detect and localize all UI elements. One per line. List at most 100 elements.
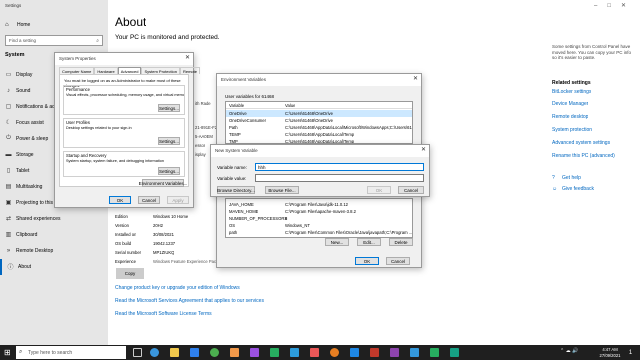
notification-center-icon[interactable]: 1 [626,348,635,357]
settings-search-input[interactable]: Find a setting ⌕ [5,35,103,46]
dialog-title: Environment Variables [217,74,421,86]
sidebar-item-remote-desktop[interactable]: » Remote Desktop [0,243,108,259]
system-tray-icons[interactable]: ⌃ ☁ 🔊 [560,348,578,354]
file-explorer-icon[interactable] [170,348,179,357]
shared-icon: ⇄ [5,216,12,222]
spec-label: Edition [115,214,128,219]
table-row[interactable]: OneDrive C:\Users\61468\OneDrive [226,110,412,117]
apply-button[interactable]: Apply [167,196,189,204]
page-title: About [115,15,147,29]
ok-button[interactable]: OK [355,257,379,265]
copy-button[interactable]: Copy [116,268,144,279]
task-view-icon[interactable] [133,348,142,357]
taskbar-search-box[interactable]: ⌕ Type here to search [16,346,126,359]
table-row[interactable]: OS Windows_NT [226,222,412,229]
ok-button[interactable]: OK [367,186,391,194]
app-icon[interactable] [230,348,239,357]
row-variable: Path [229,125,238,130]
tab-advanced[interactable]: Advanced [117,67,142,74]
close-icon[interactable]: ✕ [413,75,418,82]
minimize-icon[interactable]: – [594,3,607,9]
mail-icon[interactable] [190,348,199,357]
new-system-variable-dialog: New System Variable ✕ Variable name: hhh… [210,144,430,197]
window-controls: –□✕ [594,2,636,9]
app-icon[interactable] [370,348,379,357]
give-feedback-link[interactable]: ☺ Give feedback [552,186,594,192]
windows-start-icon[interactable]: ⊞ [4,348,11,357]
new-variable-button[interactable]: New... [325,238,349,246]
spec-value: Windows Feature Experience Pack [153,259,219,264]
taskbar-time[interactable]: 4:47 AM [597,347,623,352]
system-protection-link[interactable]: System protection [552,127,592,133]
startup-settings-button[interactable]: Settings... [158,167,180,175]
get-help-link[interactable]: ? Get help [552,175,581,181]
app-icon[interactable] [330,348,339,357]
variable-value-input[interactable] [255,174,424,182]
app-icon[interactable] [310,348,319,357]
spec-label: Experience [115,259,136,264]
delete-variable-button[interactable]: Delete [389,238,413,246]
home-link[interactable]: ⌂ Home [5,20,105,30]
tab-remote[interactable]: Remote [179,67,200,74]
info-icon: ⓘ [7,265,14,271]
remote-desktop-link[interactable]: Remote desktop [552,114,588,120]
table-row[interactable]: TEMP C:\Users\61468\AppData\Local\Temp [226,131,412,138]
tab-computer-name[interactable]: Computer Name [59,67,95,74]
table-row[interactable]: Path C:\Users\61468\AppData\Local\Microso… [226,124,412,131]
cancel-button[interactable]: Cancel [398,186,424,194]
table-row[interactable]: OneDriveConsumer C:\Users\61468\OneDrive [226,117,412,124]
chrome-icon[interactable] [210,348,219,357]
cancel-button[interactable]: Cancel [386,257,410,265]
sidebar-item-about[interactable]: ⓘ About [0,259,108,275]
app-icon[interactable] [250,348,259,357]
tab-hardware[interactable]: Hardware [94,67,118,74]
sidebar-item-clipboard[interactable]: ▥ Clipboard [0,227,108,243]
app-icon[interactable] [390,348,399,357]
table-row[interactable]: JAVA_HOME C:\Program Files\Java\jdk-11.0.… [226,201,412,208]
vscode-icon[interactable] [350,348,359,357]
close-icon[interactable]: ✕ [421,146,426,153]
startup-recovery-group: Startup and Recovery System startup, sys… [63,151,185,177]
cancel-button[interactable]: Cancel [138,196,160,204]
ok-button[interactable]: OK [109,196,131,204]
table-row[interactable]: path C:\Program Files\Common Files\Oracle… [226,229,412,236]
app-icon[interactable] [290,348,299,357]
performance-settings-button[interactable]: Settings... [158,104,180,112]
row-value: C:\Program Files\Java\jdk-11.0.12 [285,202,348,207]
bitlocker-link[interactable]: BitLocker settings [552,89,591,95]
tab-system-protection[interactable]: System Protection [141,67,180,74]
environment-variables-button[interactable]: Environment Variables... [139,179,187,187]
table-row[interactable]: MAVEN_HOME C:\Program Files\apache-maven-… [226,208,412,215]
maximize-icon[interactable]: □ [607,3,621,9]
word-icon[interactable] [410,348,419,357]
advanced-system-settings-link[interactable]: Advanced system settings [552,140,610,146]
row-value: C:\Users\61468\AppData\Local\Temp [285,132,355,137]
close-icon[interactable]: ✕ [621,3,636,9]
sidebar-item-shared[interactable]: ⇄ Shared experiences [0,211,108,227]
app-icon[interactable] [450,348,459,357]
app-icon[interactable] [270,348,279,357]
taskbar-date[interactable]: 27/09/2021 [597,353,623,358]
partial-text: isplay [195,152,206,157]
browse-directory-button[interactable]: Browse Directory... [217,186,255,194]
services-agreement-link[interactable]: Read the Microsoft Services Agreement th… [115,298,264,304]
chevron-up-icon[interactable]: ⌃ [560,348,564,354]
edit-variable-button[interactable]: Edit... [357,238,381,246]
row-variable: TEMP [229,132,241,137]
variable-name-input[interactable]: hhh [255,163,424,171]
device-manager-link[interactable]: Device Manager [552,101,588,107]
license-terms-link[interactable]: Read the Microsoft Software License Term… [115,311,212,317]
volume-icon[interactable]: 🔊 [572,348,578,354]
rename-pc-link[interactable]: Rename this PC (advanced) [552,153,615,159]
user-profiles-settings-button[interactable]: Settings... [158,137,180,145]
change-product-key-link[interactable]: Change product key or upgrade your editi… [115,285,240,291]
notification-icon: ▢ [5,104,12,110]
taskbar: ⊞ ⌕ Type here to search ⌃ ☁ 🔊 4:47 AM 27… [0,345,640,360]
network-icon[interactable]: ☁ [566,348,571,354]
edge-browser-icon[interactable] [150,348,159,357]
close-icon[interactable]: ✕ [185,54,190,61]
browse-file-button[interactable]: Browse File... [265,186,299,194]
related-settings-heading: Related settings [552,80,591,86]
table-row[interactable]: NUMBER_OF_PROCESSORS 8 [226,215,412,222]
excel-icon[interactable] [430,348,439,357]
